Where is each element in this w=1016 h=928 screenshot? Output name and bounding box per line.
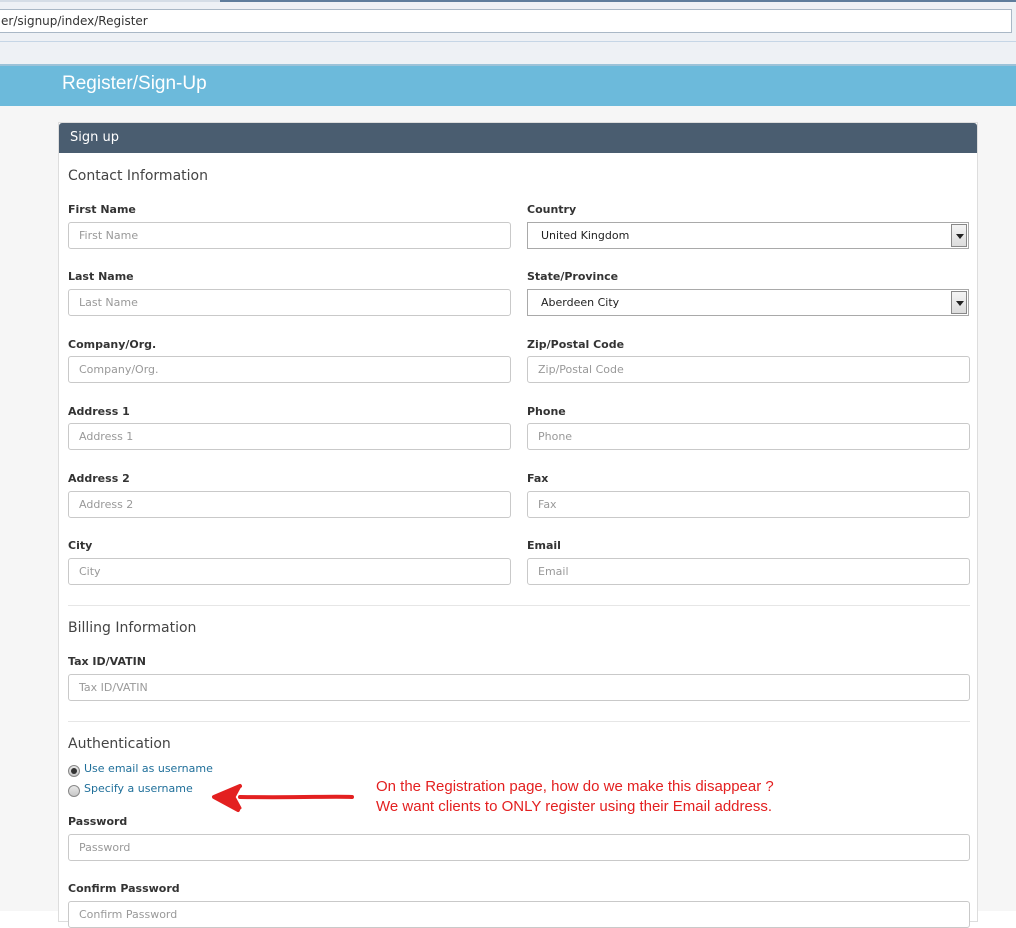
annotation-arrow-icon xyxy=(212,784,354,812)
annotation-line-2: We want clients to ONLY register using t… xyxy=(376,798,773,815)
annotation-line-1: On the Registration page, how do we make… xyxy=(376,778,774,795)
